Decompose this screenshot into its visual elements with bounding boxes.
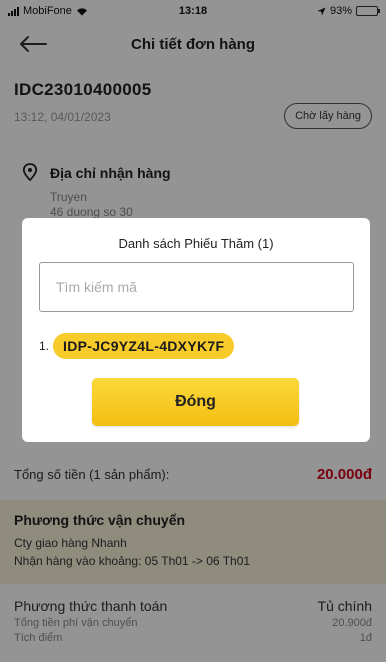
dialog-title: Danh sách Phiếu Thăm (1)	[118, 236, 274, 251]
list-item-index: 1.	[39, 339, 50, 353]
voucher-list-dialog: Danh sách Phiếu Thăm (1) 1. IDP-JC9YZ4L-…	[22, 218, 370, 442]
list-item: 1. IDP-JC9YZ4L-4DXYK7F	[39, 333, 235, 359]
code-search-input[interactable]	[39, 262, 354, 312]
voucher-code-chip[interactable]: IDP-JC9YZ4L-4DXYK7F	[53, 333, 235, 359]
close-button[interactable]: Đóng	[92, 378, 299, 426]
